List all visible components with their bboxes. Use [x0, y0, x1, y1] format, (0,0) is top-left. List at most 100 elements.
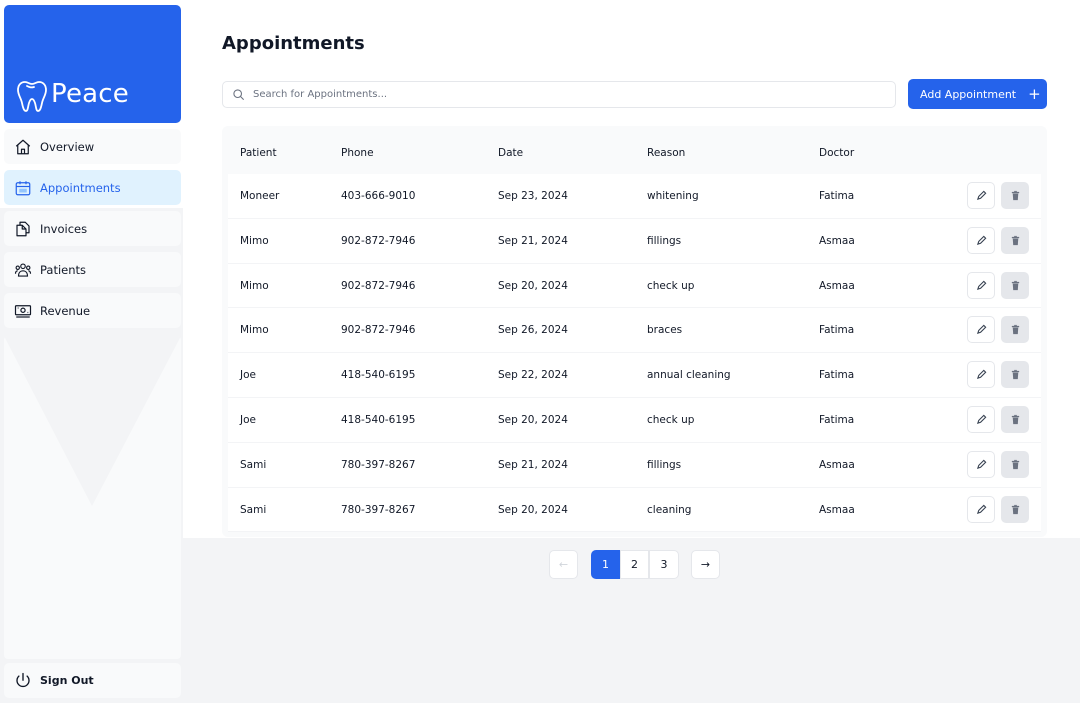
next-page-button[interactable]: → — [691, 550, 720, 579]
power-icon — [14, 672, 32, 690]
trash-icon — [1011, 459, 1019, 469]
table-row: Joe 418-540-6195 Sep 20, 2024 check up Fatim… — [228, 397, 1041, 443]
cell-phone: 418-540-6195 — [341, 413, 416, 426]
pencil-icon — [976, 324, 986, 335]
pencil-icon — [976, 190, 986, 201]
cell-phone: 902-872-7946 — [341, 324, 416, 337]
cell-date: Sep 21, 2024 — [498, 234, 568, 247]
delete-button[interactable] — [1001, 182, 1029, 209]
cell-date: Sep 21, 2024 — [498, 458, 568, 471]
pencil-icon — [976, 504, 986, 514]
edit-button[interactable] — [967, 226, 995, 254]
search-box[interactable] — [222, 81, 896, 108]
table-row: Mimo 902-872-7946 Sep 20, 2024 check up Asma… — [228, 263, 1041, 309]
cell-patient: Sami — [240, 458, 267, 471]
sidebar-item-overview[interactable]: Overview — [4, 129, 181, 164]
page-button-1[interactable]: 1 — [591, 550, 620, 579]
page-button-3[interactable]: 3 — [649, 550, 679, 579]
cell-doctor: Fatima — [819, 413, 855, 426]
signout-button[interactable]: Sign Out — [4, 663, 181, 698]
cell-doctor: Fatima — [819, 324, 855, 337]
table-row: Sami 780-397-8267 Sep 21, 2024 fillings Asma… — [228, 442, 1041, 488]
sidebar-spacer — [4, 336, 181, 659]
calendar-icon — [14, 179, 32, 197]
add-appointment-label: Add Appointment — [920, 87, 1017, 101]
column-header-patient: Patient — [240, 147, 277, 159]
cell-patient: Joe — [240, 369, 256, 382]
pencil-icon — [976, 414, 986, 425]
cell-reason: annual cleaning — [647, 369, 731, 382]
cell-patient: Joe — [240, 413, 256, 426]
cell-reason: check up — [647, 413, 695, 426]
cell-date: Sep 20, 2024 — [498, 279, 568, 292]
cell-date: Sep 20, 2024 — [498, 503, 568, 516]
delete-button[interactable] — [1001, 226, 1029, 254]
cell-doctor: Fatima — [819, 369, 855, 382]
cell-patient: Moneer — [240, 190, 280, 202]
pencil-icon — [976, 235, 986, 245]
trash-icon — [1011, 370, 1019, 380]
cell-patient: Mimo — [240, 234, 269, 247]
pencil-icon — [976, 369, 986, 380]
cell-date: Sep 26, 2024 — [498, 324, 568, 337]
cell-doctor: Fatima — [819, 190, 855, 202]
cell-patient: Sami — [240, 503, 267, 516]
table-body: Moneer 403-666-9010 Sep 23, 2024 whitening F… — [228, 174, 1041, 533]
cell-phone: 418-540-6195 — [341, 369, 416, 382]
delete-button[interactable] — [1001, 495, 1029, 523]
table-row: Sami 780-397-8267 Sep 20, 2024 cleaning Asma… — [228, 487, 1041, 533]
pencil-icon — [976, 459, 986, 469]
cell-reason: whitening — [647, 190, 699, 202]
pencil-icon — [976, 280, 986, 290]
cell-phone: 780-397-8267 — [341, 458, 416, 471]
sidebar-item-label: Appointments — [40, 180, 121, 195]
sidebar-item-invoices[interactable]: Invoices — [4, 211, 181, 246]
cell-date: Sep 20, 2024 — [498, 413, 568, 426]
cell-phone: 780-397-8267 — [341, 503, 416, 516]
edit-button[interactable] — [967, 271, 995, 299]
prev-page-button[interactable]: ← — [549, 550, 578, 579]
column-header-phone: Phone — [341, 147, 374, 159]
sidebar-item-label: Overview — [40, 139, 95, 154]
page-button-2[interactable]: 2 — [620, 550, 649, 579]
cell-phone: 902-872-7946 — [341, 234, 416, 247]
edit-button[interactable] — [967, 450, 995, 478]
sidebar-item-revenue[interactable]: Revenue — [4, 293, 181, 328]
brand-logo[interactable]: Peace — [4, 5, 181, 123]
sidebar-item-label: Revenue — [40, 303, 91, 318]
sidebar: Peace Overview Appointments Invoices Pat… — [4, 5, 181, 698]
delete-button[interactable] — [1001, 316, 1029, 344]
trash-icon — [1011, 235, 1019, 245]
table-header: Patient Phone Date Reason Doctor — [222, 126, 1047, 174]
appointments-table: Patient Phone Date Reason Doctor Moneer 4… — [222, 126, 1047, 537]
cell-doctor: Asmaa — [819, 279, 855, 292]
plus-icon: + — [1028, 84, 1041, 103]
brand-name: Peace — [51, 79, 129, 109]
table-row: Mimo 902-872-7946 Sep 21, 2024 fillings Asma… — [228, 218, 1041, 264]
delete-button[interactable] — [1001, 405, 1029, 433]
trash-icon — [1011, 325, 1019, 335]
home-icon — [14, 138, 32, 156]
delete-button[interactable] — [1001, 450, 1029, 478]
cell-phone: 403-666-9010 — [341, 190, 416, 202]
edit-button[interactable] — [967, 405, 995, 433]
delete-button[interactable] — [1001, 271, 1029, 299]
cell-reason: fillings — [647, 234, 682, 247]
signout-label: Sign Out — [40, 674, 94, 687]
sidebar-item-appointments[interactable]: Appointments — [4, 170, 181, 205]
column-header-date: Date — [498, 147, 524, 159]
documents-icon — [14, 220, 32, 238]
sidebar-item-patients[interactable]: Patients — [4, 252, 181, 287]
cell-patient: Mimo — [240, 324, 269, 337]
delete-button[interactable] — [1001, 361, 1029, 389]
edit-button[interactable] — [967, 182, 995, 209]
sidebar-item-label: Invoices — [40, 221, 88, 236]
edit-button[interactable] — [967, 361, 995, 389]
search-input[interactable] — [253, 89, 873, 100]
cell-reason: fillings — [647, 458, 682, 471]
search-icon — [233, 89, 244, 100]
add-appointment-button[interactable]: Add Appointment + — [908, 79, 1047, 109]
cell-date: Sep 23, 2024 — [498, 190, 568, 202]
edit-button[interactable] — [967, 316, 995, 344]
edit-button[interactable] — [967, 495, 995, 523]
